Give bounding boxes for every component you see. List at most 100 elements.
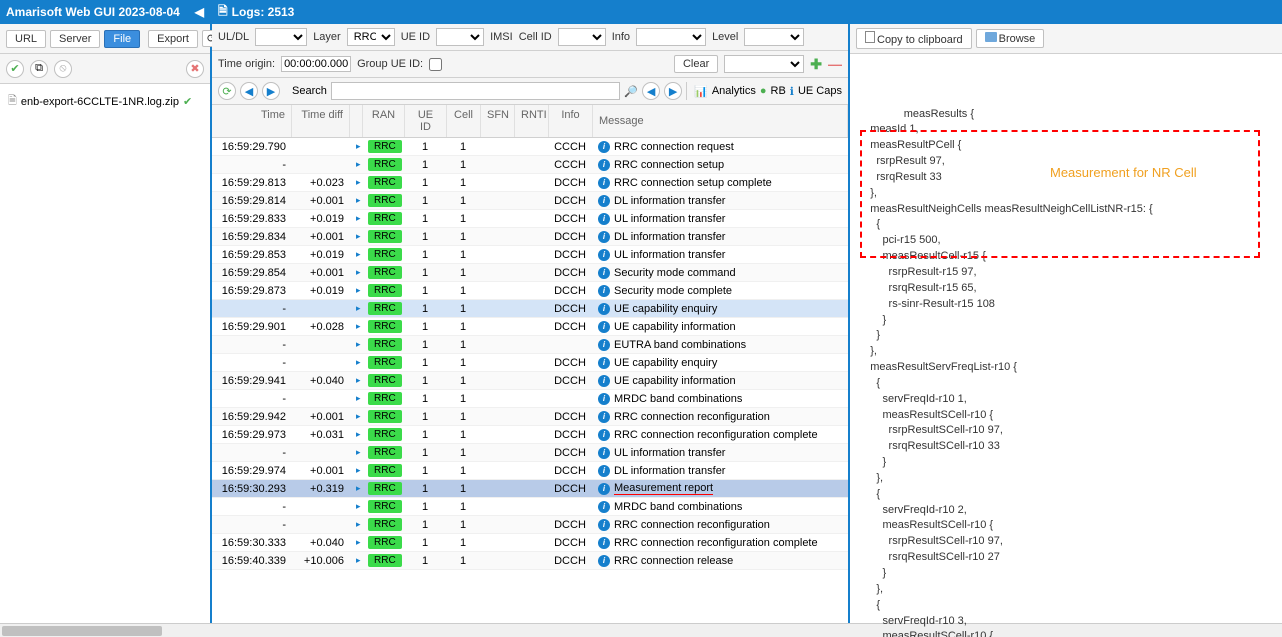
info-icon: i — [598, 411, 610, 423]
clear-button[interactable]: Clear — [674, 55, 718, 73]
file-button[interactable]: File — [104, 30, 140, 48]
table-row[interactable]: 16:59:29.853+0.019▸RRC11DCCHiUL informat… — [212, 246, 848, 264]
info-icon: i — [598, 465, 610, 477]
table-row[interactable]: 16:59:29.973+0.031▸RRC11DCCHiRRC connect… — [212, 426, 848, 444]
table-row[interactable]: 16:59:40.339+10.006▸RRC11DCCHiRRC connec… — [212, 552, 848, 570]
right-toolbar: Copy to clipboard Browse — [850, 24, 1282, 54]
table-row[interactable]: 16:59:29.834+0.001▸RRC11DCCHiDL informat… — [212, 228, 848, 246]
layer-label: Layer — [313, 31, 341, 43]
level-select[interactable] — [744, 28, 804, 46]
status-ok-icon[interactable]: ✔ — [6, 60, 24, 78]
server-button[interactable]: Server — [50, 30, 100, 48]
table-row[interactable]: 16:59:29.941+0.040▸RRC11DCCHiUE capabili… — [212, 372, 848, 390]
col-msg[interactable]: Message — [593, 105, 848, 137]
search-label: Search — [292, 85, 327, 97]
export-button[interactable]: Export — [148, 30, 198, 48]
uecaps-label[interactable]: UE Caps — [798, 85, 842, 97]
table-row[interactable]: 16:59:29.974+0.001▸RRC11DCCHiDL informat… — [212, 462, 848, 480]
info-icon: i — [598, 159, 610, 171]
left-toolbar2: ✔ ⧉ ⦸ ✖ — [0, 54, 210, 84]
col-info[interactable]: Info — [549, 105, 593, 137]
cellid-select[interactable] — [558, 28, 606, 46]
tree-file-item[interactable]: 🗎 enb-export-6CCLTE-1NR.log.zip ✔ — [4, 90, 206, 113]
info-icon: i — [598, 555, 610, 567]
layer-select[interactable]: RRC — [347, 28, 395, 46]
table-row[interactable]: 16:59:30.293+0.319▸RRC11DCCHiMeasurement… — [212, 480, 848, 498]
table-row[interactable]: 16:59:29.873+0.019▸RRC11DCCHiSecurity mo… — [212, 282, 848, 300]
folder-icon — [985, 32, 997, 42]
table-row[interactable]: -▸RRC11DCCHiUE capability enquiry — [212, 300, 848, 318]
table-row[interactable]: -▸RRC11DCCHiRRC connection reconfigurati… — [212, 516, 848, 534]
rb-label[interactable]: RB — [771, 85, 786, 97]
search-next-icon[interactable]: ▶ — [664, 82, 682, 100]
search-prev-icon[interactable]: ◀ — [642, 82, 660, 100]
reload-icon[interactable]: ⟳ — [218, 82, 236, 100]
close-icon[interactable]: ✖ — [186, 60, 204, 78]
analytics-label[interactable]: Analytics — [712, 85, 756, 97]
table-row[interactable]: -▸RRC11DCCHiUE capability enquiry — [212, 354, 848, 372]
binoculars-icon[interactable]: 🔎 — [624, 85, 638, 98]
time-origin-input[interactable] — [281, 56, 351, 72]
info-select[interactable] — [636, 28, 706, 46]
table-row[interactable]: 16:59:29.854+0.001▸RRC11DCCHiSecurity mo… — [212, 264, 848, 282]
left-toolbar: URL Server File Export ⟳ — [0, 24, 210, 54]
stop-icon[interactable]: ⦸ — [54, 60, 72, 78]
ueid-select[interactable] — [436, 28, 484, 46]
info-icon: i — [598, 249, 610, 261]
highlight-label: Measurement for NR Cell — [1050, 164, 1197, 182]
collapse-left-icon[interactable]: ◀ — [195, 5, 204, 19]
grid-body[interactable]: 16:59:29.790▸RRC11CCCHiRRC connection re… — [212, 138, 848, 637]
copy-icon[interactable]: ⧉ — [30, 60, 48, 78]
logs-tab[interactable]: 🗎 Logs: 2513 — [212, 0, 848, 24]
filter-row2: Time origin: Group UE ID: Clear ✚ — — [212, 51, 848, 78]
app-title: Amarisoft Web GUI 2023-08-04 — [6, 5, 180, 19]
uldl-select[interactable] — [255, 28, 307, 46]
highlight-box — [860, 130, 1260, 258]
table-row[interactable]: -▸RRC11iMRDC band combinations — [212, 498, 848, 516]
table-row[interactable]: -▸RRC11DCCHiUL information transfer — [212, 444, 848, 462]
info-label: Info — [612, 31, 630, 43]
copy-clipboard-button[interactable]: Copy to clipboard — [856, 28, 972, 49]
info-icon: i — [598, 357, 610, 369]
table-row[interactable]: 16:59:29.942+0.001▸RRC11DCCHiRRC connect… — [212, 408, 848, 426]
info-icon: i — [598, 285, 610, 297]
search-input[interactable] — [331, 82, 621, 100]
col-rnti[interactable]: RNTI — [515, 105, 549, 137]
info-icon: i — [598, 375, 610, 387]
col-sfn[interactable]: SFN — [481, 105, 515, 137]
table-row[interactable]: 16:59:29.833+0.019▸RRC11DCCHiUL informat… — [212, 210, 848, 228]
remove-icon[interactable]: — — [828, 56, 842, 72]
table-row[interactable]: 16:59:29.901+0.028▸RRC11DCCHiUE capabili… — [212, 318, 848, 336]
table-row[interactable]: 16:59:29.814+0.001▸RRC11DCCHiDL informat… — [212, 192, 848, 210]
table-row[interactable]: 16:59:29.813+0.023▸RRC11DCCHiRRC connect… — [212, 174, 848, 192]
search-row: ⟳ ◀ ▶ Search 🔎 ◀ ▶ 📊 Analytics ● RB ℹ UE… — [212, 78, 848, 105]
table-row[interactable]: 16:59:30.333+0.040▸RRC11DCCHiRRC connect… — [212, 534, 848, 552]
preset-select[interactable] — [724, 55, 804, 73]
table-row[interactable]: -▸RRC11iEUTRA band combinations — [212, 336, 848, 354]
next-icon[interactable]: ▶ — [262, 82, 280, 100]
table-row[interactable]: -▸RRC11iMRDC band combinations — [212, 390, 848, 408]
info-icon: i — [598, 537, 610, 549]
logs-title: Logs: 2513 — [232, 5, 295, 19]
uldl-label: UL/DL — [218, 31, 249, 43]
add-icon[interactable]: ✚ — [810, 56, 822, 73]
browse-button[interactable]: Browse — [976, 29, 1045, 48]
col-cell[interactable]: Cell — [447, 105, 481, 137]
left-title-bar: Amarisoft Web GUI 2023-08-04 ◀ — [0, 0, 210, 24]
info-icon: i — [598, 231, 610, 243]
col-time[interactable]: Time — [212, 105, 292, 137]
detail-body[interactable]: Measurement for NR Cell measResults { me… — [850, 54, 1282, 637]
col-ueid[interactable]: UE ID — [405, 105, 447, 137]
url-button[interactable]: URL — [6, 30, 46, 48]
analytics-icon: 📊 — [694, 85, 708, 98]
col-diff[interactable]: Time diff — [292, 105, 350, 137]
table-row[interactable]: -▸RRC11CCCHiRRC connection setup — [212, 156, 848, 174]
check-icon: ✔ — [183, 95, 192, 108]
table-row[interactable]: 16:59:29.790▸RRC11CCCHiRRC connection re… — [212, 138, 848, 156]
prev-icon[interactable]: ◀ — [240, 82, 258, 100]
right-pane: Copy to clipboard Browse Measurement for… — [850, 0, 1282, 637]
info-icon: i — [598, 267, 610, 279]
col-ran[interactable]: RAN — [363, 105, 405, 137]
group-ueid-checkbox[interactable] — [429, 58, 442, 71]
logs-icon: 🗎 — [218, 2, 228, 23]
